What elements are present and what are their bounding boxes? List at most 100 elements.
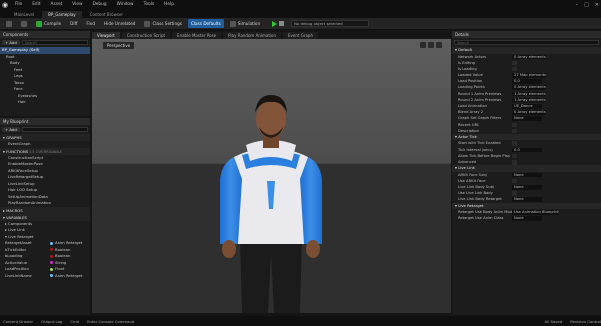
save-button[interactable] xyxy=(3,19,15,28)
variable-type-icon xyxy=(50,248,53,251)
details-row-value[interactable]: 0 Array elements xyxy=(512,110,546,115)
details-row-label: Advanced xyxy=(458,160,477,164)
menu-item-window[interactable]: Window xyxy=(112,0,139,10)
graphs-section[interactable]: ▾ GRAPHS xyxy=(0,134,90,141)
hide-unrelated-button[interactable]: Hide Unrelated xyxy=(101,19,138,28)
details-row-value[interactable] xyxy=(512,128,517,134)
details-row-value[interactable] xyxy=(512,191,517,196)
maximize-icon[interactable]: □ xyxy=(584,0,589,10)
menu-item-debug[interactable]: Debug xyxy=(87,0,111,10)
variable-type-label: String xyxy=(55,259,67,265)
grid-icon[interactable] xyxy=(420,42,426,48)
menu-item-asset[interactable]: Asset xyxy=(46,0,68,10)
editor-tab[interactable]: Play Random Animation xyxy=(223,32,281,39)
details-retarget-rows: Retarget Use Body Anim Mode Use Animation… xyxy=(452,209,601,221)
class-defaults-button[interactable]: Class Defaults xyxy=(187,19,224,28)
simulation-button[interactable]: Simulation xyxy=(227,19,263,28)
variables-list: RetargetAsset Anim Retarget bTickEditor Boo… xyxy=(0,240,90,279)
details-section-live-link-label: Live Link xyxy=(458,165,475,171)
close-icon[interactable]: ✕ xyxy=(595,0,599,10)
viewport-mode-button[interactable]: Perspective xyxy=(103,42,135,49)
component-item[interactable]: Hair xyxy=(0,99,90,106)
status-item[interactable]: Cmd xyxy=(70,319,79,324)
details-row-value[interactable] xyxy=(512,178,517,184)
variable-name: LiveLinkName xyxy=(5,272,32,278)
diff-button[interactable]: Diff xyxy=(67,19,80,28)
tab-mainlevel[interactable]: MainLevel xyxy=(8,11,40,18)
class-settings-button[interactable]: Class Settings xyxy=(141,19,185,28)
debug-object-select[interactable]: No debug object selected xyxy=(291,20,370,27)
details-row-value[interactable]: 27 Map elements xyxy=(512,73,546,78)
details-row-value[interactable]: 1 Array elements xyxy=(512,97,546,103)
details-row-value[interactable]: 0.0 xyxy=(512,79,542,84)
browse-button[interactable] xyxy=(18,19,30,28)
macros-section[interactable]: ▸ MACROS xyxy=(0,206,90,214)
editor-tab[interactable]: Viewport xyxy=(92,32,120,39)
details-row-value[interactable]: None xyxy=(512,116,542,121)
details-row-value[interactable]: 1 Array elements xyxy=(512,91,546,97)
character-preview xyxy=(92,95,451,313)
details-row-value[interactable] xyxy=(512,60,517,66)
functions-section[interactable]: ▾ FUNCTIONS 13 OVERRIDABLE xyxy=(0,147,90,155)
variables-section[interactable]: ▾ VARIABLES xyxy=(0,213,90,221)
snap-icon[interactable] xyxy=(428,42,434,48)
details-row-value[interactable]: 0 Array elements xyxy=(512,54,546,59)
details-search-input[interactable]: Search xyxy=(454,40,599,45)
editor-tab[interactable]: Enable Master Pose xyxy=(172,32,222,39)
menu-item-edit[interactable]: Edit xyxy=(27,0,45,10)
minimize-icon[interactable]: – xyxy=(576,0,579,10)
details-search-row: Search xyxy=(452,38,601,47)
menu-item-view[interactable]: View xyxy=(67,0,87,10)
variable-item[interactable]: LiveLinkName Anim Retarget xyxy=(0,273,90,280)
menu-item-help[interactable]: Help xyxy=(159,0,179,10)
details-row-label: Tick Interval (secs) xyxy=(458,147,493,152)
components-tree: BP_Gameplay (Self) Root Body Feet Legs Torso F… xyxy=(0,47,90,106)
details-row-value[interactable] xyxy=(512,122,517,128)
status-item[interactable]: All Saved xyxy=(545,319,563,324)
editor-tab[interactable]: Construction Script xyxy=(121,32,171,39)
class-settings-label: Class Settings xyxy=(152,21,182,26)
status-item[interactable]: Enter Console Command xyxy=(87,319,134,324)
menu-item-tools[interactable]: Tools xyxy=(139,0,160,10)
details-row-value[interactable]: Use Animation Blueprint xyxy=(512,210,559,215)
details-row-label: ARKit Face Subj xyxy=(458,172,487,177)
details-row-value[interactable]: 0 Array elements xyxy=(512,85,546,90)
details-row-value[interactable] xyxy=(512,141,517,146)
tab-content-browser[interactable]: Content Browser xyxy=(84,11,129,18)
details-row-label: Load Position xyxy=(458,79,483,84)
tab-bp-gameplay[interactable]: BP_Gameplay xyxy=(42,11,82,18)
variable-name: bTickEditor xyxy=(5,246,27,252)
menu-item-file[interactable]: File xyxy=(10,0,27,10)
details-row-value[interactable] xyxy=(512,153,517,159)
my-blueprint-search-input[interactable] xyxy=(21,127,88,132)
viewport-options xyxy=(420,42,442,48)
var-group-liveretarget-label: Live Retarget xyxy=(8,233,34,239)
compile-button[interactable]: Compile xyxy=(33,19,64,28)
add-component-button[interactable]: + Add xyxy=(2,40,20,45)
details-row-value[interactable]: None xyxy=(512,197,542,202)
status-item[interactable]: Content Drawer xyxy=(3,319,33,324)
details-row-value[interactable]: UE_Dance xyxy=(512,104,542,109)
play-icon[interactable] xyxy=(272,20,278,27)
camera-speed-icon[interactable] xyxy=(436,42,442,48)
details-row-label: Loaded Value xyxy=(458,73,483,78)
details-row-value[interactable]: None xyxy=(512,216,542,221)
character-head xyxy=(256,100,286,138)
details-row-value[interactable] xyxy=(512,66,517,72)
details-section-actor-tick-label: Actor Tick xyxy=(458,133,477,139)
stop-icon[interactable] xyxy=(279,21,285,26)
details-row-value[interactable]: None xyxy=(512,172,542,178)
editor-tab[interactable]: Event Graph xyxy=(282,32,318,39)
details-row-value[interactable]: None xyxy=(512,185,542,190)
status-item[interactable]: Output Log xyxy=(41,319,62,324)
unreal-logo-icon[interactable]: ◉ xyxy=(0,0,10,10)
details-row-label: Retarget Use Anim Class xyxy=(458,216,504,221)
details-row-value[interactable] xyxy=(512,160,517,165)
add-member-button[interactable]: + Add xyxy=(2,127,20,132)
components-search-input[interactable]: Search xyxy=(21,40,88,45)
details-row-value[interactable]: 0.0 xyxy=(512,147,542,153)
status-item[interactable]: Revision Control xyxy=(570,319,601,324)
find-button[interactable]: Find xyxy=(83,19,98,28)
viewport[interactable] xyxy=(92,39,451,313)
functions-label: FUNCTIONS xyxy=(6,148,29,154)
